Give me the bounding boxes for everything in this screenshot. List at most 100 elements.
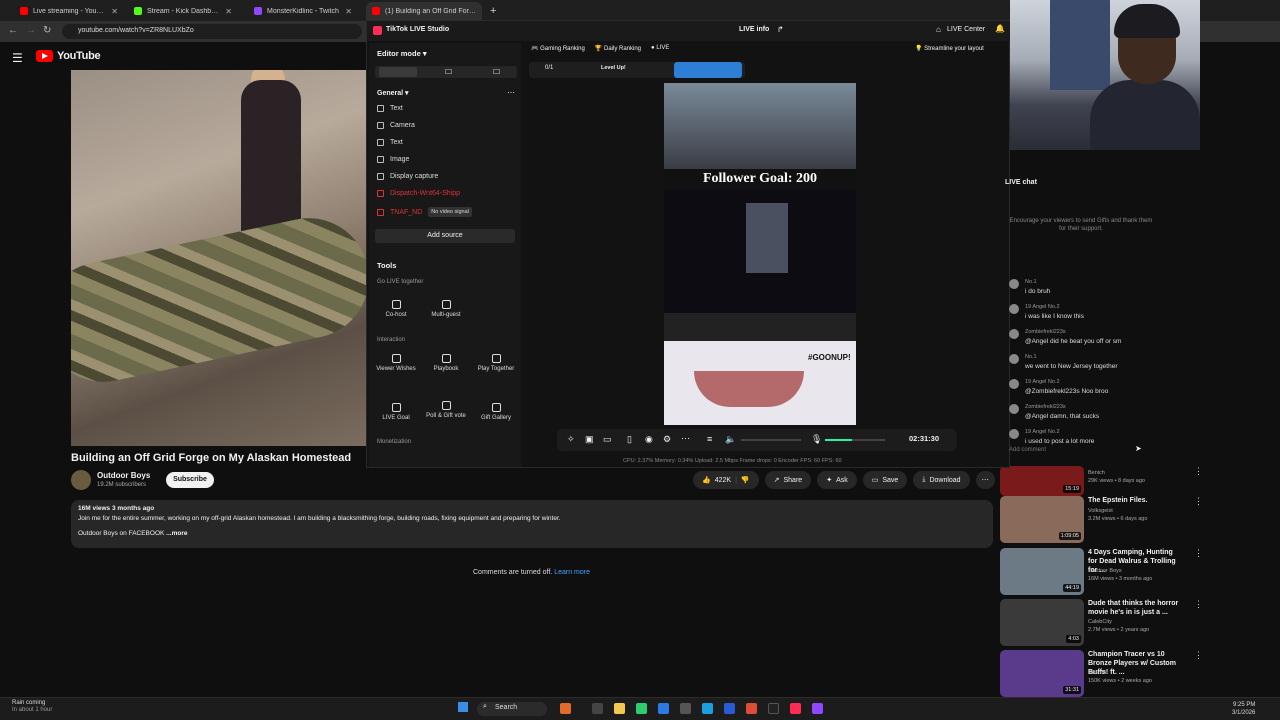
more-icon[interactable]: ⋮: [1194, 496, 1203, 507]
share-icon[interactable]: ↱: [777, 25, 784, 34]
more-icon[interactable]: ⋮: [1194, 650, 1203, 661]
share-button[interactable]: ↗ Share: [764, 471, 812, 489]
video-thumbnail[interactable]: 15:19: [1000, 466, 1084, 496]
thumbs-down-icon[interactable]: 👎: [741, 476, 750, 484]
dual-icon[interactable]: [493, 69, 500, 74]
url-field[interactable]: youtube.com/watch?v=ZR8NLUXbZo: [62, 24, 362, 39]
gaming-ranking-button[interactable]: 🎮 Gaming Ranking: [531, 45, 585, 52]
channel-name[interactable]: Outdoor Boys: [97, 471, 150, 480]
recommended-channel[interactable]: Volksgeist: [1088, 508, 1113, 514]
recommended-video[interactable]: 44:19 4 Days Camping, Hunting for Dead W…: [1000, 548, 1270, 598]
source-text[interactable]: Text: [377, 105, 403, 112]
copilot-icon[interactable]: [560, 703, 571, 714]
browser-tab[interactable]: Stream - Kick Dashboard ✕: [128, 2, 238, 20]
gift-gallery-button[interactable]: Gift Gallery: [476, 403, 516, 422]
twitch-icon[interactable]: [812, 703, 823, 714]
video-thumbnail[interactable]: 1:09:05: [1000, 496, 1084, 543]
layers-icon[interactable]: ▣: [585, 434, 594, 445]
settings-icon[interactable]: ⚙: [663, 434, 671, 445]
more-icon[interactable]: ⋮: [1194, 599, 1203, 610]
live-goal-button[interactable]: LIVE Goal: [376, 403, 416, 422]
playbook-button[interactable]: Playbook: [426, 354, 466, 373]
speaker-icon[interactable]: 🔈: [725, 434, 736, 445]
recommended-video[interactable]: 4:03 Dude that thinks the horror movie h…: [1000, 599, 1270, 649]
chat-username[interactable]: Zombiefrekl223s: [1025, 404, 1066, 410]
video-thumbnail[interactable]: 31:31: [1000, 650, 1084, 697]
video-player[interactable]: [71, 70, 366, 446]
recommended-title[interactable]: The Epstein Files.: [1088, 496, 1184, 505]
youtube-logo[interactable]: YouTube: [36, 50, 101, 62]
subscribe-button[interactable]: Subscribe: [166, 472, 214, 488]
chrome-icon[interactable]: [746, 703, 757, 714]
what-to-play-banner[interactable]: [674, 62, 742, 78]
close-icon[interactable]: ✕: [345, 7, 352, 16]
video-thumbnail[interactable]: 44:19: [1000, 548, 1084, 595]
recommended-title[interactable]: Dude that thinks the horror movie he's i…: [1088, 599, 1184, 617]
edge-icon[interactable]: [658, 703, 669, 714]
chat-username[interactable]: 19 Angel No.2: [1025, 379, 1060, 385]
streamline-layout-button[interactable]: 💡 Streamline your layout: [915, 45, 984, 52]
live-info-button[interactable]: LIVE info: [739, 26, 769, 33]
learn-more-link[interactable]: Learn more: [554, 569, 590, 576]
more-icon[interactable]: ⋮: [1194, 548, 1203, 559]
viewer-wishes-button[interactable]: Viewer Wishes: [376, 354, 416, 373]
recommended-video[interactable]: 1:09:05 The Epstein Files. Volksgeist 3.…: [1000, 496, 1270, 546]
poll-gift-vote-button[interactable]: Poll & Gift vote: [426, 401, 466, 420]
windows-start-icon[interactable]: [458, 702, 468, 712]
comment-input[interactable]: Add comment: [1005, 443, 1145, 457]
recommended-channel[interactable]: CalebCity: [1088, 619, 1112, 625]
more-icon[interactable]: ⋮: [1194, 466, 1203, 477]
recommended-channel[interactable]: Benich: [1088, 470, 1105, 476]
menu-icon[interactable]: ☰: [12, 51, 23, 65]
browser-tab[interactable]: Live streaming - YouTube Studio✕: [14, 2, 124, 20]
obs-icon[interactable]: [768, 703, 779, 714]
taskbar-search[interactable]: Search: [477, 702, 547, 716]
recommended-channel[interactable]: Outdoor Boys: [1088, 568, 1122, 574]
source-game-capture[interactable]: Dispatch-Wnt64-Shipp: [377, 190, 460, 197]
like-button[interactable]: 👍 422K | 👎: [693, 471, 759, 489]
stream-preview[interactable]: Follower Goal: 200 #GOONUP!: [664, 83, 856, 425]
send-icon[interactable]: ➤: [1135, 444, 1142, 453]
save-button[interactable]: ▭ Save: [862, 471, 908, 489]
task-view-icon[interactable]: [592, 703, 603, 714]
file-explorer-icon[interactable]: [614, 703, 625, 714]
scene-general[interactable]: General ▾: [377, 89, 409, 97]
multi-guest-button[interactable]: Multi-guest: [426, 300, 466, 319]
system-clock[interactable]: 9:25 PM 3/1/2026: [1232, 701, 1255, 717]
live-center-button[interactable]: LIVE Center: [947, 26, 985, 33]
download-button[interactable]: ⤓ Download: [913, 471, 970, 489]
equalizer-icon[interactable]: ≡: [707, 434, 712, 444]
chat-username[interactable]: No.1: [1025, 279, 1037, 285]
recommended-video[interactable]: 31:31 Champion Tracer vs 10 Bronze Playe…: [1000, 650, 1270, 700]
store-icon[interactable]: [724, 703, 735, 714]
source-camera[interactable]: Camera: [377, 122, 415, 129]
browser-tab-active[interactable]: (1) Building an Off Grid Forge o: [366, 2, 482, 20]
bell-icon[interactable]: 🔔: [995, 24, 1005, 33]
add-source-button[interactable]: Add source: [375, 229, 515, 243]
more-icon[interactable]: ⋯: [681, 433, 690, 444]
phone-icon[interactable]: ▯: [627, 434, 632, 445]
browser-tab[interactable]: MonsterKidlinc - Twitch ✕: [248, 2, 358, 20]
chat-username[interactable]: 19 Angel No.2: [1025, 429, 1060, 435]
video-description[interactable]: 16M views 3 months ago Join me for the e…: [71, 500, 993, 548]
source-display-capture[interactable]: Display capture: [377, 173, 438, 180]
more-actions-button[interactable]: ⋯: [975, 471, 995, 489]
show-more-link[interactable]: ...more: [166, 530, 187, 537]
magic-wand-icon[interactable]: ✧: [567, 434, 575, 445]
orientation-toggle[interactable]: [375, 66, 517, 78]
new-tab-button[interactable]: +: [484, 2, 498, 20]
channel-avatar[interactable]: [71, 470, 91, 490]
mic-volume-slider[interactable]: [825, 439, 885, 441]
tiktok-icon[interactable]: [790, 703, 801, 714]
back-icon[interactable]: ←: [8, 25, 18, 36]
calculator-icon[interactable]: [680, 703, 691, 714]
landscape-icon[interactable]: [445, 69, 452, 74]
more-icon[interactable]: ⋯: [507, 88, 515, 97]
app-icon[interactable]: [702, 703, 713, 714]
source-image[interactable]: Image: [377, 156, 409, 163]
chat-username[interactable]: Zombiefrekl223s: [1025, 329, 1066, 335]
close-icon[interactable]: ✕: [111, 7, 118, 16]
speaker-volume-slider[interactable]: [741, 439, 801, 441]
record-icon[interactable]: ◉: [645, 434, 653, 445]
source-text[interactable]: Text: [377, 139, 403, 146]
